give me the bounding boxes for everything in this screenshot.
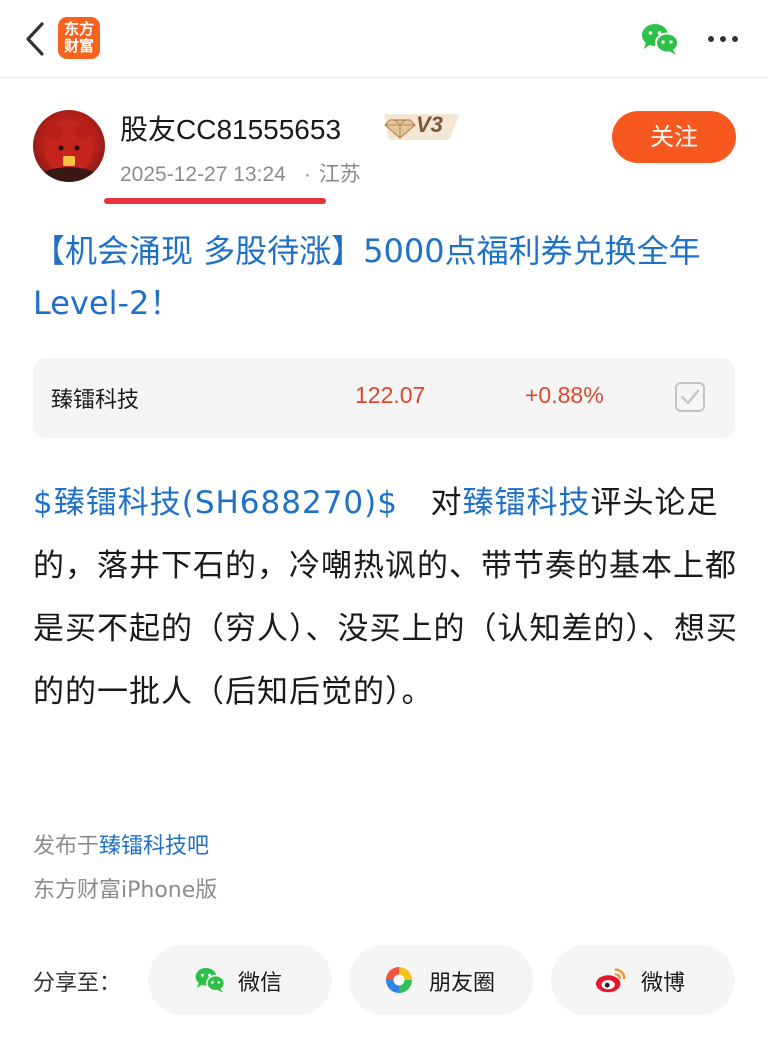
follow-button[interactable]: 关注 (612, 111, 736, 163)
stock-bar-link[interactable]: 臻镭科技吧 (99, 834, 209, 859)
wechat-icon (195, 968, 226, 993)
share-label: 分享至： (33, 971, 122, 996)
client-info: 东方财富iPhone版 (33, 878, 218, 903)
published-in: 发布于臻镭科技吧 (33, 828, 209, 860)
stock-tag-link[interactable]: $臻镭科技(SH688270)$ (33, 485, 398, 521)
share-weibo-label: 微博 (641, 971, 686, 996)
top-nav-bar: 东方 财富 (0, 0, 768, 78)
published-prefix: 发布于 (33, 834, 100, 859)
stock-mention-link[interactable]: 臻镭科技 (463, 485, 591, 521)
author-avatar[interactable] (33, 110, 105, 182)
wechat-share-icon[interactable] (640, 22, 680, 56)
watchlist-check-icon[interactable] (674, 381, 706, 413)
app-logo: 东方 财富 (58, 17, 100, 59)
share-wechat-label: 微信 (238, 971, 283, 996)
post-location: 江苏 (318, 163, 361, 186)
stock-price: 122.07 (355, 382, 426, 408)
body-intro: 对 (430, 485, 463, 521)
more-options-icon[interactable] (705, 26, 741, 52)
logo-text-line2: 财富 (63, 37, 94, 55)
post-title-link[interactable]: 【机会涌现 多股待涨】5000点福利券兑换全年Level-2！ (33, 225, 738, 329)
author-name[interactable]: 股友CC81555653 (120, 108, 341, 148)
level-label: V3 (416, 112, 443, 137)
stock-name: 臻镭科技 (51, 388, 140, 413)
post-body: $臻镭科技(SH688270)$ 对臻镭科技评头论足的，落井下石的，冷嘲热讽的、… (33, 472, 738, 724)
share-moments-button[interactable]: 朋友圈 (349, 945, 533, 1015)
logo-text-line1: 东方 (63, 20, 94, 38)
stock-change-percent: +0.88% (525, 382, 604, 408)
share-weibo-button[interactable]: 微博 (551, 945, 735, 1015)
stock-quote-card[interactable]: 臻镭科技 122.07 +0.88% (33, 358, 735, 438)
share-moments-label: 朋友圈 (429, 971, 496, 996)
moments-icon (386, 967, 412, 993)
back-icon[interactable] (20, 20, 52, 58)
user-level-badge: V3 (380, 110, 462, 142)
weibo-icon (595, 968, 626, 993)
post-meta: 2025-12-27 13:24 · 江苏 (120, 158, 361, 188)
share-wechat-button[interactable]: 微信 (148, 945, 332, 1015)
meta-separator: · (303, 163, 311, 186)
date-underline-annotation (104, 198, 326, 204)
post-date: 2025-12-27 13:24 (120, 163, 286, 186)
